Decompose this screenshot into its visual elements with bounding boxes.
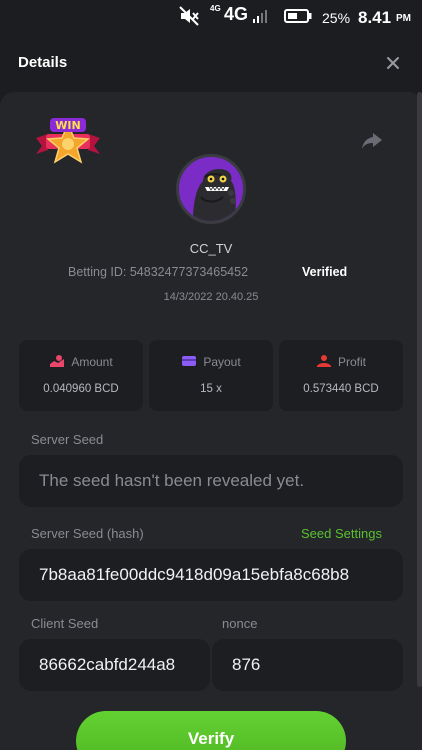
client-seed-field[interactable]: 86662cabfd244a8 xyxy=(19,639,210,691)
share-button[interactable] xyxy=(360,130,384,157)
avatar xyxy=(176,154,246,224)
stat-label: Amount xyxy=(71,355,113,369)
amount-icon xyxy=(50,355,65,367)
signal-icon xyxy=(252,8,270,29)
close-button[interactable] xyxy=(380,50,406,76)
server-seed-label: Server Seed xyxy=(31,432,104,447)
network-type: 4G xyxy=(224,4,249,24)
stat-card-amount: Amount 0.040960 BCD xyxy=(19,340,143,411)
betting-id: Betting ID: 548324773734654​52 xyxy=(68,265,249,279)
battery-percent: 25% xyxy=(322,10,351,26)
stat-card-profit: Profit 0.573440 BCD xyxy=(279,340,403,411)
close-icon xyxy=(387,57,399,69)
nonce-field[interactable]: 876 xyxy=(212,639,403,691)
stat-value: 15 x xyxy=(200,383,222,395)
verify-button[interactable]: Verify xyxy=(76,711,346,750)
share-icon xyxy=(362,133,382,149)
crocodile-avatar-icon xyxy=(179,157,243,221)
clock-time: 8.41 xyxy=(358,8,392,27)
network-type-small: 4G xyxy=(210,4,221,13)
win-badge-icon: WIN xyxy=(34,116,102,171)
stat-value: 0.040960 BCD xyxy=(43,383,119,395)
svg-text:WIN: WIN xyxy=(55,119,80,132)
stat-label: Profit xyxy=(337,355,366,369)
username: CC_TV xyxy=(189,241,233,256)
scrollbar[interactable] xyxy=(417,92,422,687)
client-seed-label: Client Seed xyxy=(31,616,99,631)
clock-ampm: PM xyxy=(396,13,411,24)
profit-icon xyxy=(316,355,331,367)
status-bar: 4G 4G 25% 8.41 PM xyxy=(0,0,422,34)
seed-settings-link[interactable]: Seed Settings xyxy=(301,526,382,541)
stat-label: Payout xyxy=(203,355,241,369)
server-seed-hash-field[interactable]: 7b8aa81fe00ddc9418d09a15ebfa8c68b8 xyxy=(19,549,403,601)
server-seed-field[interactable]: The seed hasn't been revealed yet. xyxy=(19,455,403,507)
page-title: Details xyxy=(18,54,68,71)
nonce-label: nonce xyxy=(222,616,258,631)
bet-timestamp: 14/3/2022 20.40.25 xyxy=(163,291,259,303)
battery-icon xyxy=(284,8,312,29)
payout-icon xyxy=(182,356,197,366)
modal-header: Details xyxy=(0,34,422,92)
stat-card-payout: Payout 15 x xyxy=(149,340,273,411)
server-seed-hash-label: Server Seed (hash) xyxy=(31,526,144,541)
stat-value: 0.573440 BCD xyxy=(303,383,379,395)
verified-label: Verified xyxy=(302,265,348,279)
mute-icon xyxy=(178,5,200,32)
